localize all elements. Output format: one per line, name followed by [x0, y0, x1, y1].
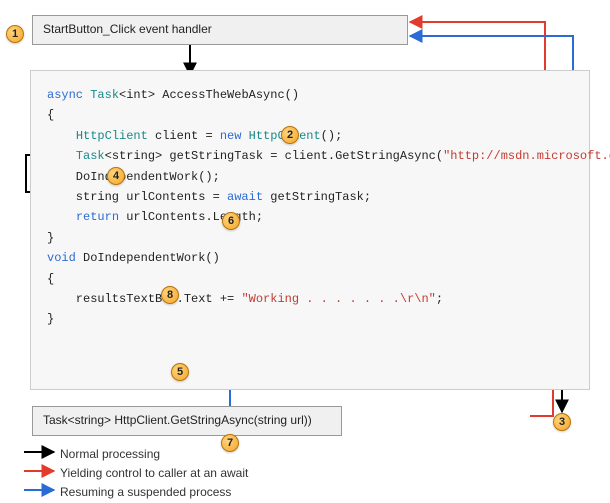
step-marker-4: 4	[107, 167, 125, 185]
event-handler-label: StartButton_Click event handler	[43, 22, 212, 36]
step-marker-2: 2	[281, 126, 299, 144]
step-marker-8: 8	[161, 286, 179, 304]
code-block: async Task<int> AccessTheWebAsync(){ Htt…	[30, 70, 590, 390]
getstringasync-box: Task<string> HttpClient.GetStringAsync(s…	[32, 406, 342, 436]
legend-label-yield: Yielding control to caller at an await	[60, 466, 248, 480]
legend-label-resume: Resuming a suspended process	[60, 485, 231, 499]
getstringasync-label: Task<string> HttpClient.GetStringAsync(s…	[43, 413, 312, 427]
step-marker-1: 1	[6, 25, 24, 43]
legend-row-normal: Normal processing	[24, 444, 248, 463]
legend: Normal processing Yielding control to ca…	[24, 444, 248, 501]
event-handler-box: StartButton_Click event handler	[32, 15, 408, 45]
legend-row-yield: Yielding control to caller at an await	[24, 463, 248, 482]
legend-label-normal: Normal processing	[60, 447, 160, 461]
step-marker-5: 5	[171, 363, 189, 381]
step-marker-3: 3	[553, 413, 571, 431]
legend-row-resume: Resuming a suspended process	[24, 482, 248, 501]
step-marker-6: 6	[222, 212, 240, 230]
